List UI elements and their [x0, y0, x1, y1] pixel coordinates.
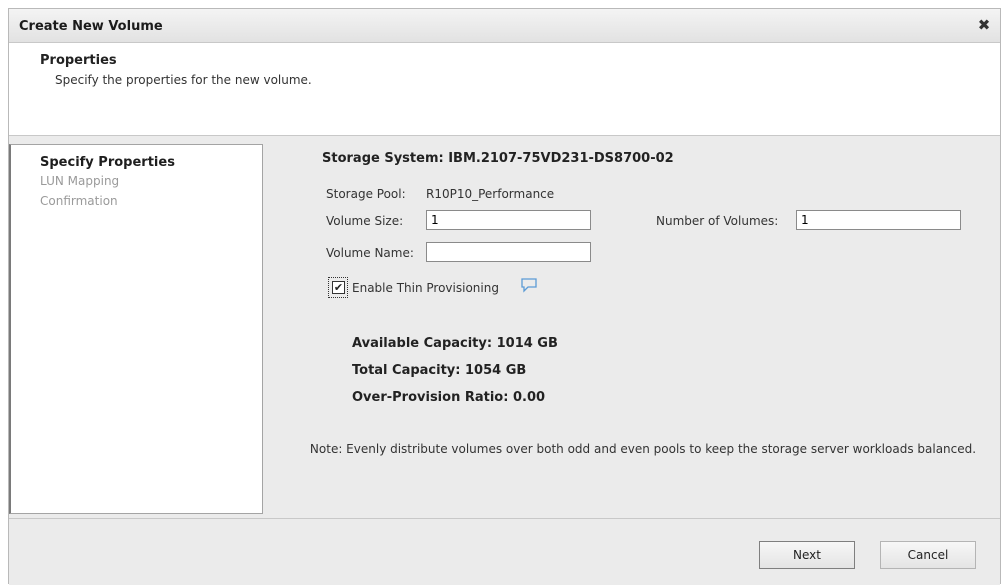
volume-size-label: Volume Size: [326, 214, 404, 228]
step-confirmation: Confirmation [40, 194, 118, 208]
wizard-body: Specify Properties LUN Mapping Confirmat… [9, 136, 1000, 518]
cancel-button[interactable]: Cancel [880, 541, 976, 569]
number-of-volumes-input[interactable] [796, 210, 961, 230]
checkmark-icon: ✔ [332, 281, 345, 294]
step-specify-properties: Specify Properties [40, 155, 175, 170]
page-description: Specify the properties for the new volum… [55, 73, 312, 87]
wizard-header: Properties Specify the properties for th… [9, 43, 1000, 136]
total-capacity: Total Capacity: 1054 GB [352, 363, 527, 378]
dialog-title: Create New Volume [19, 19, 163, 34]
thin-provisioning-checkbox[interactable]: ✔ [328, 277, 348, 298]
thin-provisioning-label[interactable]: Enable Thin Provisioning [352, 281, 499, 295]
create-volume-dialog: Create New Volume ✖ Properties Specify t… [8, 8, 1001, 585]
close-icon[interactable]: ✖ [974, 15, 994, 35]
workload-note: Note: Evenly distribute volumes over bot… [309, 442, 977, 456]
volume-size-input[interactable] [426, 210, 591, 230]
available-capacity: Available Capacity: 1014 GB [352, 336, 558, 351]
volume-name-input[interactable] [426, 242, 591, 262]
over-provision-ratio: Over-Provision Ratio: 0.00 [352, 390, 546, 405]
speech-bubble-icon[interactable] [520, 277, 538, 293]
next-button[interactable]: Next [759, 541, 855, 569]
step-lun-mapping: LUN Mapping [40, 174, 120, 188]
storage-pool-value: R10P10_Performance [426, 187, 555, 201]
storage-pool-label: Storage Pool: [326, 187, 406, 201]
storage-system-label: Storage System: IBM.2107-75VD231-DS8700-… [322, 151, 674, 166]
page-title: Properties [40, 53, 117, 68]
volume-name-label: Volume Name: [326, 246, 414, 260]
wizard-steps: Specify Properties LUN Mapping Confirmat… [9, 144, 263, 514]
dialog-titlebar: Create New Volume ✖ [9, 9, 1000, 43]
wizard-footer: Next Cancel [9, 518, 1000, 585]
number-of-volumes-label: Number of Volumes: [656, 214, 779, 228]
properties-form: Storage System: IBM.2107-75VD231-DS8700-… [263, 136, 1002, 518]
